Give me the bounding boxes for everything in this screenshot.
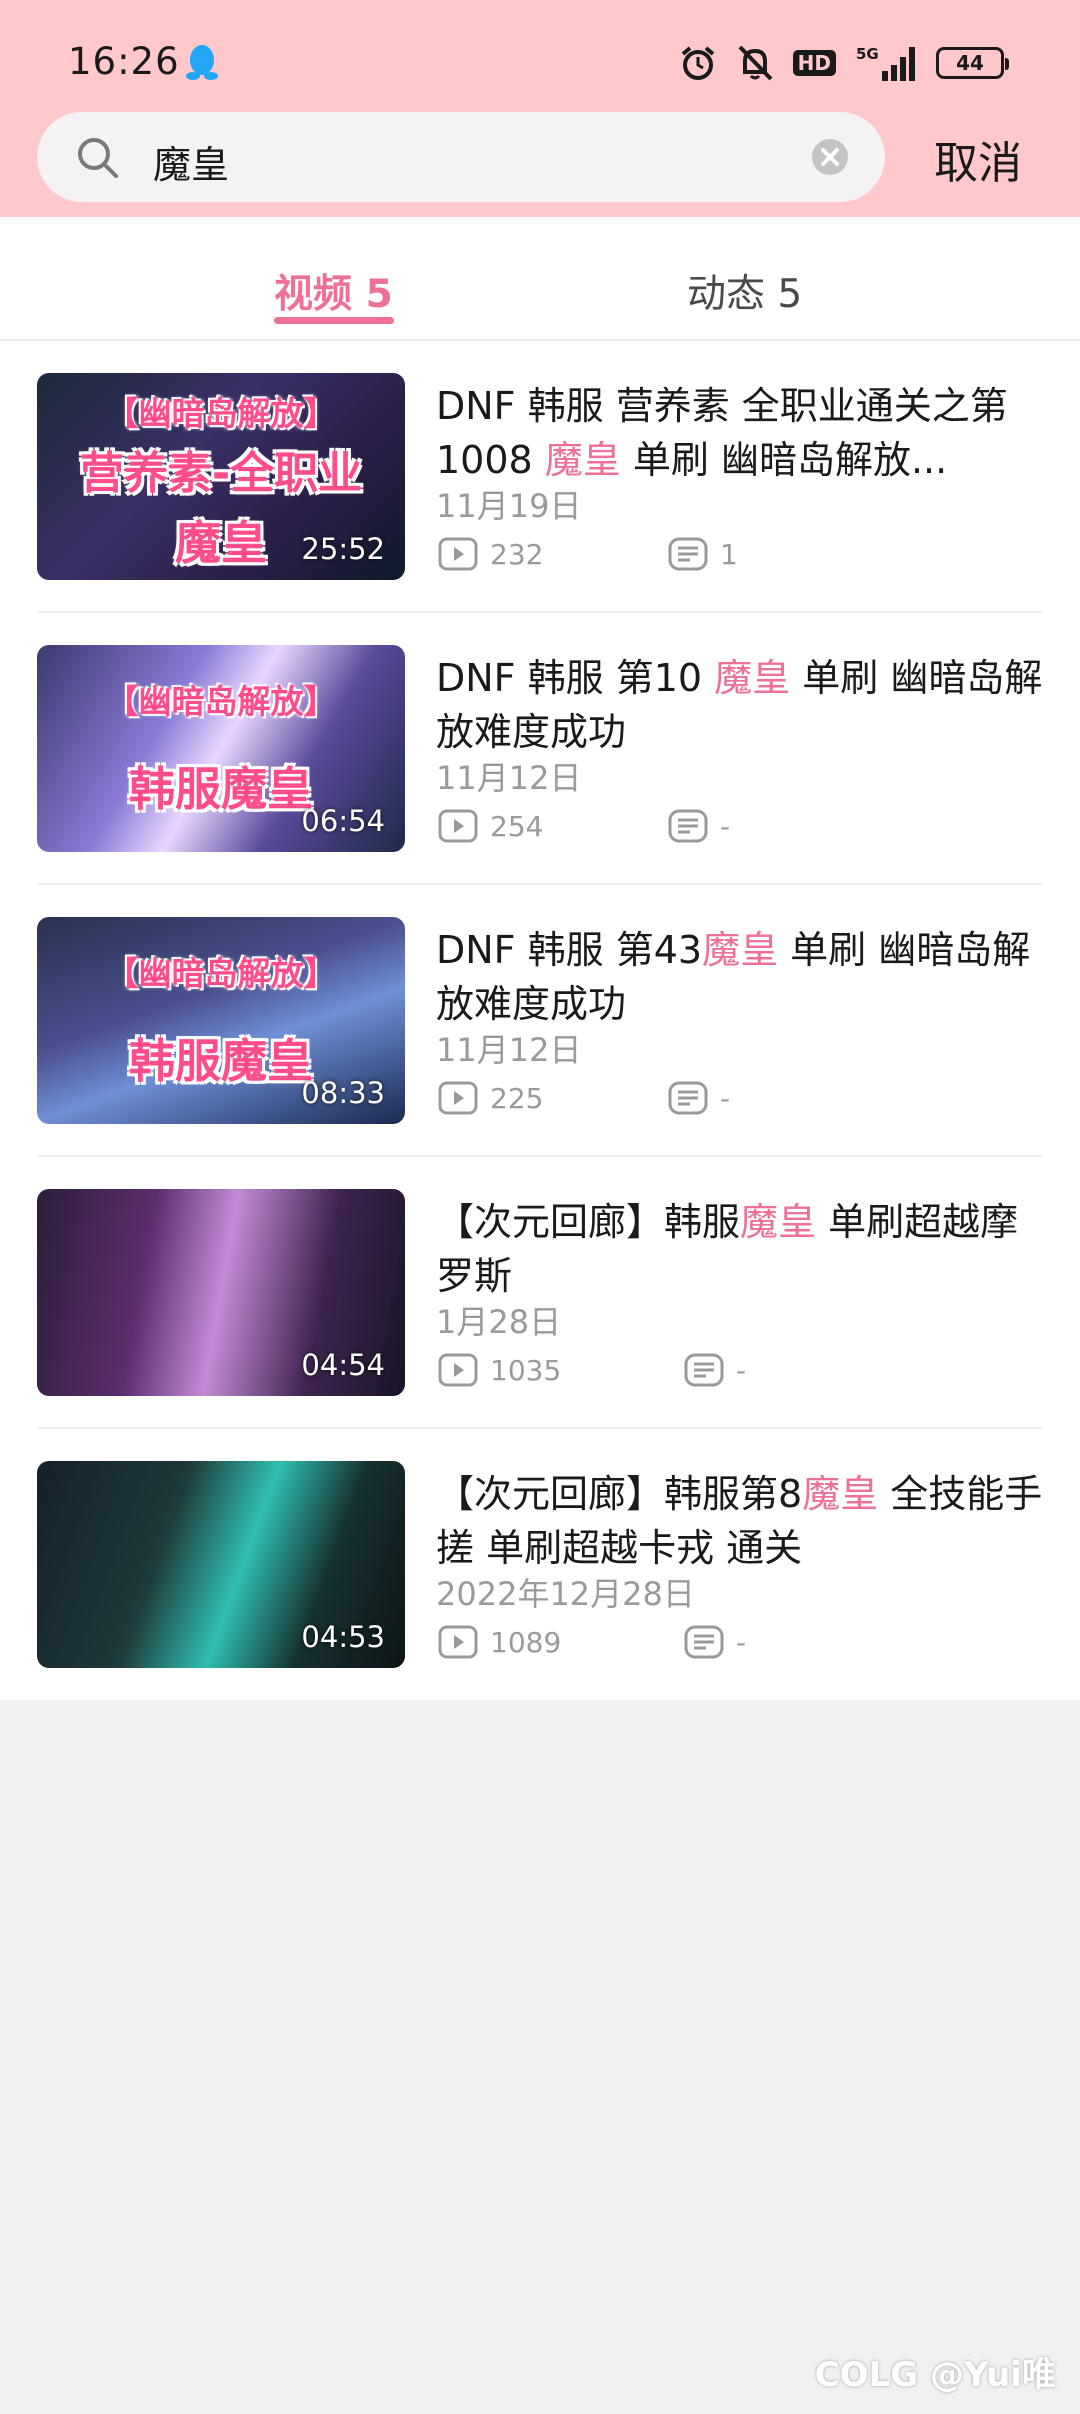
comment-count-value: 1 [720,537,738,571]
video-title[interactable]: DNF 韩服 第43魔皇 单刷 幽暗岛解放难度成功 [436,923,1046,1031]
play-icon [438,537,478,571]
battery-level: 44 [956,51,984,75]
play-icon [438,1353,478,1387]
thumbnail-caption: 【幽暗岛解放】 [105,394,337,433]
play-count-value: 254 [490,809,544,843]
video-duration: 06:54 [301,804,385,838]
search-icon [78,138,118,178]
video-thumbnail[interactable]: 【幽暗岛解放】 韩服魔皇 06:54 [37,645,405,852]
comment-count-value: - [720,1081,731,1115]
play-count: 254 [438,809,543,843]
hd-badge: HD [792,50,836,76]
results-panel: 视频 5 动态 5 【幽暗岛解放】 营养素-全职业 魔皇 25:52 DNF 韩… [0,217,1080,1700]
play-count: 1035 [438,1353,561,1387]
thumbnail-caption: 【幽暗岛解放】 [105,954,337,993]
comment-icon [668,809,708,843]
svg-text:5G: 5G [856,45,879,63]
play-count: 232 [438,537,543,571]
status-time: 16:26 [68,40,180,83]
comment-count: - [684,1625,746,1659]
video-thumbnail[interactable]: 【幽暗岛解放】 韩服魔皇 08:33 [37,917,405,1124]
comment-count: - [668,809,730,843]
tab-bar: 视频 5 动态 5 [0,217,1080,341]
play-count: 1089 [438,1625,561,1659]
tab-videos[interactable]: 视频 5 [274,263,393,319]
comment-count: - [684,1353,746,1387]
play-icon [438,809,478,843]
play-icon [438,1625,478,1659]
watermark: COLG @Yui唯 [814,2355,1056,2395]
title-highlight: 魔皇 [544,438,621,482]
comment-count-value: - [720,809,731,843]
play-icon [438,1081,478,1115]
video-title[interactable]: DNF 韩服 第10 魔皇 单刷 幽暗岛解放难度成功 [436,651,1046,759]
video-title[interactable]: 【次元回廊】韩服第8魔皇 全技能手搓 单刷超越卡戎 通关 [436,1467,1046,1575]
video-item[interactable]: 【幽暗岛解放】 韩服魔皇 06:54 DNF 韩服 第10 魔皇 单刷 幽暗岛解… [0,613,1080,885]
comment-count-value: - [736,1353,747,1387]
title-text: 单刷 幽暗岛解放... [620,438,948,482]
video-thumbnail[interactable]: 04:54 [37,1189,405,1396]
video-date: 11月19日 [436,487,582,525]
signal-icon: 5G [854,43,918,83]
title-text: 【次元回廊】韩服第8 [436,1472,803,1516]
play-count: 225 [438,1081,543,1115]
search-input[interactable]: 魔皇 [37,112,885,202]
video-item[interactable]: 【幽暗岛解放】 韩服魔皇 08:33 DNF 韩服 第43魔皇 单刷 幽暗岛解放… [0,885,1080,1157]
alarm-icon [679,44,717,82]
cancel-button[interactable]: 取消 [934,127,1022,191]
thumbnail-caption: 营养素-全职业 [79,448,363,499]
thumbnail-caption: 【幽暗岛解放】 [105,682,337,721]
comment-icon [668,537,708,571]
qq-penguin-icon [186,45,218,80]
mute-bell-icon [735,44,775,82]
comment-count: - [668,1081,730,1115]
active-tab-indicator [274,317,394,324]
title-text: DNF 韩服 第10 [436,656,715,700]
play-count-value: 1035 [490,1353,562,1387]
title-text: 【次元回廊】韩服 [436,1200,741,1244]
video-title[interactable]: DNF 韩服 营养素 全职业通关之第1008 魔皇 单刷 幽暗岛解放... [436,379,1046,487]
comment-icon [684,1353,724,1387]
video-duration: 04:53 [301,1620,385,1654]
video-item[interactable]: 【幽暗岛解放】 营养素-全职业 魔皇 25:52 DNF 韩服 营养素 全职业通… [0,341,1080,613]
comment-icon [684,1625,724,1659]
title-highlight: 魔皇 [802,1472,879,1516]
video-thumbnail[interactable]: 04:53 [37,1461,405,1668]
video-date: 11月12日 [436,759,582,797]
comment-icon [668,1081,708,1115]
video-title[interactable]: 【次元回廊】韩服魔皇 单刷超越摩罗斯 [436,1195,1046,1303]
play-count-value: 1089 [490,1625,562,1659]
title-highlight: 魔皇 [714,656,791,700]
title-highlight: 魔皇 [740,1200,817,1244]
title-text: DNF 韩服 第43 [436,928,703,972]
play-count-value: 232 [490,537,544,571]
video-date: 2022年12月28日 [436,1575,695,1613]
title-highlight: 魔皇 [702,928,779,972]
video-date: 11月12日 [436,1031,582,1069]
video-date: 1月28日 [436,1303,562,1341]
video-duration: 04:54 [301,1348,385,1382]
battery-icon: 44 [936,47,1009,79]
comment-count: 1 [668,537,738,571]
video-item[interactable]: 04:54 【次元回廊】韩服魔皇 单刷超越摩罗斯 1月28日 1035 - [0,1157,1080,1429]
video-item[interactable]: 04:53 【次元回廊】韩服第8魔皇 全技能手搓 单刷超越卡戎 通关 2022年… [0,1429,1080,1701]
comment-count-value: - [736,1625,747,1659]
status-icons: HD 5G 44 [679,40,1009,86]
search-query[interactable]: 魔皇 [153,134,229,189]
clear-icon[interactable] [811,138,849,176]
header: 16:26 HD 5G 44 魔皇 取消 [0,0,1080,217]
play-count-value: 225 [490,1081,544,1115]
video-duration: 08:33 [301,1076,385,1110]
status-bar: 16:26 HD 5G 44 [0,0,1080,110]
tab-dynamics[interactable]: 动态 5 [687,263,802,319]
video-duration: 25:52 [301,532,385,566]
video-thumbnail[interactable]: 【幽暗岛解放】 营养素-全职业 魔皇 25:52 [37,373,405,580]
